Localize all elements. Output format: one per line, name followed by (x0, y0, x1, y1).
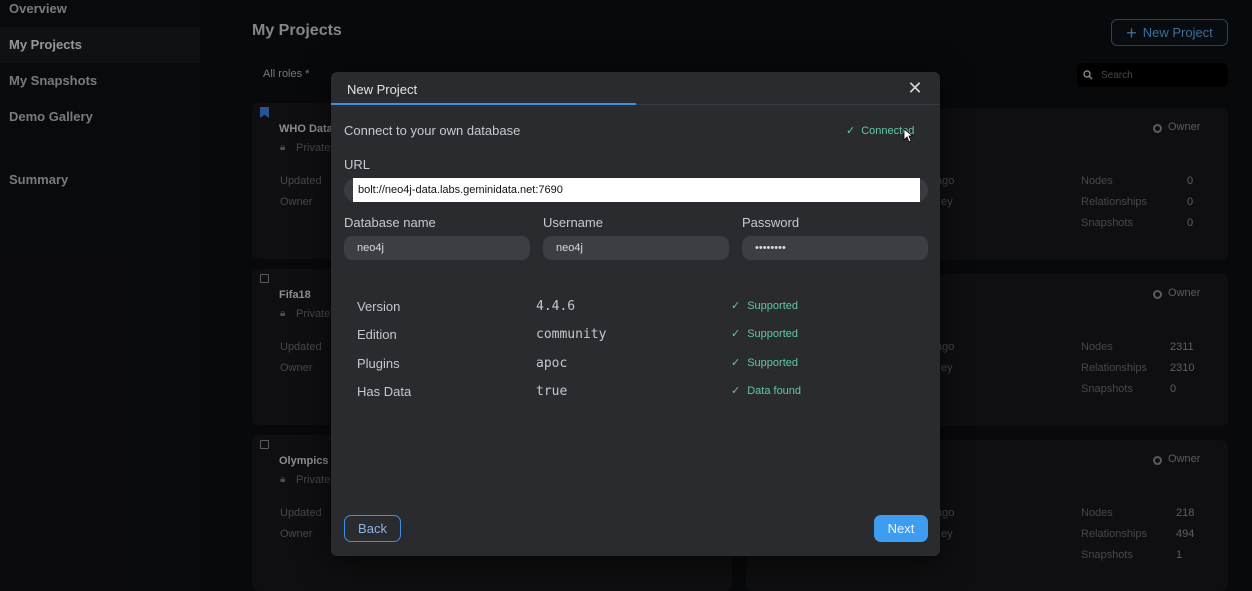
database-name-label: Database name (344, 215, 436, 230)
check-icon: ✓ (731, 357, 741, 369)
close-icon[interactable]: ✕ (906, 79, 924, 97)
check-icon: ✓ (731, 385, 741, 397)
mouse-cursor-icon (903, 128, 913, 143)
version-value: 4.4.6 (536, 299, 576, 314)
dialog-title: New Project (347, 82, 418, 97)
check-icon: ✓ (731, 300, 741, 312)
has-data-status-text: Data found (747, 384, 802, 397)
has-data-status: ✓ Data found (731, 384, 802, 398)
password-label: Password (742, 215, 800, 230)
active-tab-indicator (331, 103, 636, 105)
edition-status-text: Supported (747, 327, 798, 340)
next-button[interactable]: Next (874, 515, 928, 542)
back-button[interactable]: Back (344, 515, 401, 542)
plugins-status: ✓ Supported (731, 356, 798, 370)
url-input[interactable]: bolt://neo4j-data.labs.geminidata.net:76… (353, 178, 920, 202)
version-status-text: Supported (747, 299, 798, 312)
password-input[interactable]: •••••••• (742, 236, 928, 260)
new-project-dialog: New Project ✕ Connect to your own databa… (331, 72, 940, 556)
edition-value: community (536, 327, 607, 342)
plugins-label: Plugins (357, 356, 400, 371)
plugins-status-text: Supported (747, 356, 798, 369)
has-data-value: true (536, 384, 568, 399)
version-label: Version (357, 299, 401, 314)
username-input[interactable]: neo4j (543, 236, 729, 260)
database-name-input[interactable]: neo4j (344, 236, 530, 260)
connect-label: Connect to your own database (344, 123, 521, 138)
dialog-header: New Project ✕ (331, 72, 940, 105)
check-icon: ✓ (731, 328, 741, 340)
edition-status: ✓ Supported (731, 327, 798, 341)
check-icon: ✓ (846, 125, 856, 137)
plugins-value: apoc (536, 356, 568, 371)
edition-label: Edition (357, 327, 397, 342)
has-data-label: Has Data (357, 384, 412, 399)
version-status: ✓ Supported (731, 299, 798, 313)
username-label: Username (543, 215, 603, 230)
url-label: URL (344, 157, 371, 172)
